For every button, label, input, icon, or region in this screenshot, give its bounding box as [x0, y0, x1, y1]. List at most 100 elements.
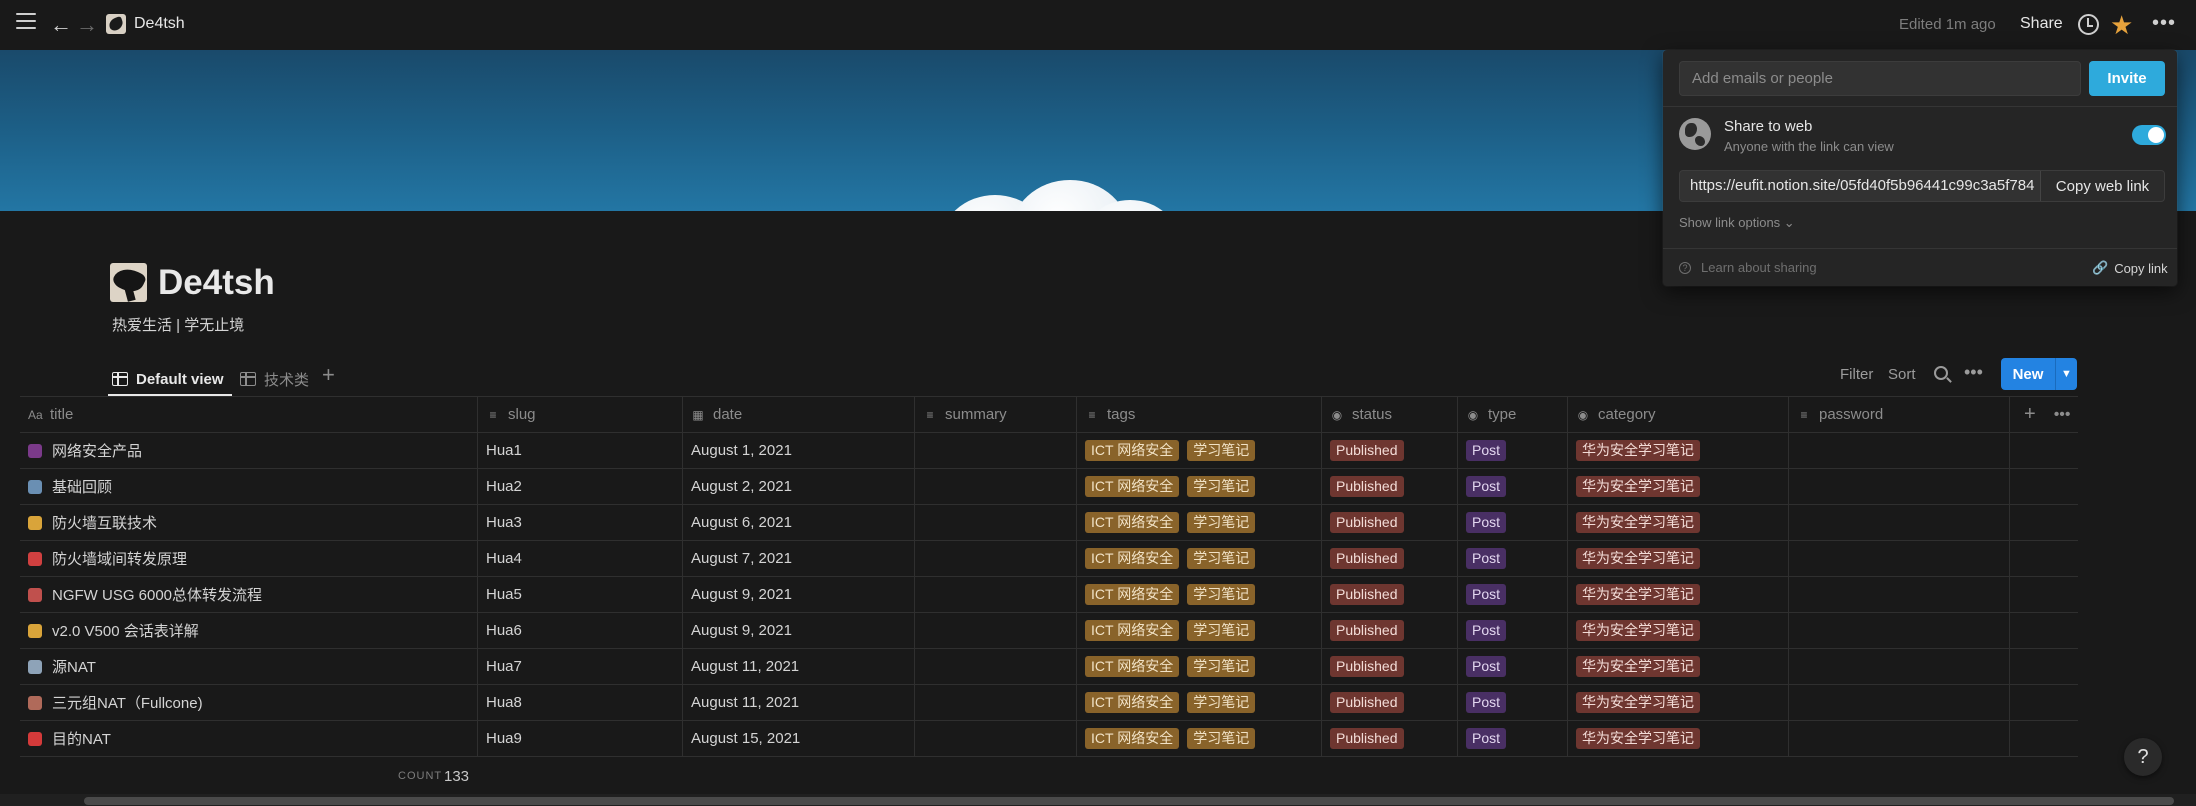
page-title[interactable]: De4tsh: [158, 263, 275, 303]
cell-title[interactable]: 防火墙互联技术: [20, 505, 478, 540]
copy-link-button[interactable]: 🔗 Copy link: [2092, 260, 2168, 276]
cell-title[interactable]: 源NAT: [20, 649, 478, 684]
column-header-type[interactable]: ◉ type: [1458, 397, 1568, 432]
cell-slug[interactable]: Hua4: [478, 541, 683, 576]
cell-category[interactable]: 华为安全学习笔记: [1568, 721, 1789, 756]
cell-summary[interactable]: [915, 649, 1077, 684]
cell-summary[interactable]: [915, 613, 1077, 648]
table-row[interactable]: 防火墙互联技术 Hua3 August 6, 2021 ICT 网络安全 学习笔记 Pub…: [20, 505, 2078, 541]
cell-tags[interactable]: ICT 网络安全 学习笔记: [1077, 505, 1322, 540]
cell-category[interactable]: 华为安全学习笔记: [1568, 649, 1789, 684]
table-row[interactable]: v2.0 V500 会话表详解 Hua6 August 9, 2021 ICT 网络安…: [20, 613, 2078, 649]
cell-date[interactable]: August 6, 2021: [683, 505, 915, 540]
cell-date[interactable]: August 1, 2021: [683, 433, 915, 468]
cell-slug[interactable]: Hua3: [478, 505, 683, 540]
cell-summary[interactable]: [915, 541, 1077, 576]
back-arrow-icon[interactable]: ←: [50, 12, 72, 38]
page-description[interactable]: 热爱生活 | 学无止境: [112, 314, 244, 335]
row-title[interactable]: NGFW USG 6000总体转发流程: [52, 584, 262, 605]
cell-type[interactable]: Post: [1458, 685, 1568, 720]
column-header-date[interactable]: ▦ date: [683, 397, 915, 432]
cell-tags[interactable]: ICT 网络安全 学习笔记: [1077, 433, 1322, 468]
cell-date[interactable]: August 9, 2021: [683, 577, 915, 612]
add-property-icon[interactable]: +: [2024, 403, 2036, 426]
cell-slug[interactable]: Hua7: [478, 649, 683, 684]
table-row[interactable]: 源NAT Hua7 August 11, 2021 ICT 网络安全 学习笔记 Publi…: [20, 649, 2078, 685]
cell-summary[interactable]: [915, 469, 1077, 504]
cell-category[interactable]: 华为安全学习笔记: [1568, 685, 1789, 720]
row-title[interactable]: v2.0 V500 会话表详解: [52, 620, 199, 641]
web-link-field[interactable]: https://eufit.notion.site/05fd40f5b96441…: [1679, 170, 2165, 202]
favorite-star-icon[interactable]: ★: [2110, 10, 2133, 41]
cell-summary[interactable]: [915, 721, 1077, 756]
cell-title[interactable]: 基础回顾: [20, 469, 478, 504]
help-button[interactable]: ?: [2124, 738, 2162, 776]
cell-tags[interactable]: ICT 网络安全 学习笔记: [1077, 613, 1322, 648]
cell-status[interactable]: Published: [1322, 613, 1458, 648]
cell-slug[interactable]: Hua8: [478, 685, 683, 720]
cell-summary[interactable]: [915, 577, 1077, 612]
column-header-password[interactable]: ≡ password: [1789, 397, 2010, 432]
cell-date[interactable]: August 15, 2021: [683, 721, 915, 756]
column-header-summary[interactable]: ≡ summary: [915, 397, 1077, 432]
cell-title[interactable]: 目的NAT: [20, 721, 478, 756]
sidebar-menu-icon[interactable]: [16, 13, 36, 31]
cell-type[interactable]: Post: [1458, 505, 1568, 540]
add-view-icon[interactable]: +: [322, 362, 335, 388]
cell-title[interactable]: 网络安全产品: [20, 433, 478, 468]
row-title[interactable]: 网络安全产品: [52, 440, 142, 461]
cell-category[interactable]: 华为安全学习笔记: [1568, 577, 1789, 612]
column-header-tags[interactable]: ≡ tags: [1077, 397, 1322, 432]
cell-date[interactable]: August 2, 2021: [683, 469, 915, 504]
cell-slug[interactable]: Hua9: [478, 721, 683, 756]
cell-title[interactable]: 防火墙域间转发原理: [20, 541, 478, 576]
page-icon[interactable]: [110, 263, 147, 302]
table-row[interactable]: 目的NAT Hua9 August 15, 2021 ICT 网络安全 学习笔记 Publ…: [20, 721, 2078, 757]
cell-password[interactable]: [1789, 721, 2010, 756]
cell-password[interactable]: [1789, 469, 2010, 504]
cell-slug[interactable]: Hua5: [478, 577, 683, 612]
cell-type[interactable]: Post: [1458, 469, 1568, 504]
tab-tech-view[interactable]: 技术类: [240, 362, 309, 396]
cell-tags[interactable]: ICT 网络安全 学习笔记: [1077, 685, 1322, 720]
row-title[interactable]: 基础回顾: [52, 476, 112, 497]
invite-email-input[interactable]: [1679, 61, 2081, 96]
row-title[interactable]: 目的NAT: [52, 728, 111, 749]
scrollbar-thumb[interactable]: [84, 797, 2174, 805]
cell-status[interactable]: Published: [1322, 433, 1458, 468]
copy-web-link-button[interactable]: Copy web link: [2040, 171, 2164, 201]
cell-summary[interactable]: [915, 433, 1077, 468]
cell-category[interactable]: 华为安全学习笔记: [1568, 469, 1789, 504]
cell-password[interactable]: [1789, 577, 2010, 612]
breadcrumb-title[interactable]: De4tsh: [134, 15, 185, 33]
cell-password[interactable]: [1789, 613, 2010, 648]
cell-slug[interactable]: Hua1: [478, 433, 683, 468]
search-icon[interactable]: [1934, 366, 1948, 380]
web-link-url[interactable]: https://eufit.notion.site/05fd40f5b96441…: [1690, 177, 2034, 194]
row-title[interactable]: 防火墙互联技术: [52, 512, 157, 533]
chevron-down-icon[interactable]: ▼: [2055, 358, 2077, 390]
learn-about-sharing-link[interactable]: ? Learn about sharing: [1679, 260, 1817, 275]
cell-tags[interactable]: ICT 网络安全 学习笔记: [1077, 649, 1322, 684]
share-button[interactable]: Share: [2020, 15, 2063, 33]
table-row[interactable]: 防火墙域间转发原理 Hua4 August 7, 2021 ICT 网络安全 学习笔记 P…: [20, 541, 2078, 577]
cell-type[interactable]: Post: [1458, 433, 1568, 468]
tab-default-view[interactable]: Default view: [112, 362, 224, 396]
cell-status[interactable]: Published: [1322, 685, 1458, 720]
cell-category[interactable]: 华为安全学习笔记: [1568, 433, 1789, 468]
cell-summary[interactable]: [915, 685, 1077, 720]
cell-slug[interactable]: Hua2: [478, 469, 683, 504]
forward-arrow-icon[interactable]: →: [76, 12, 98, 38]
show-link-options[interactable]: Show link options ⌄: [1679, 215, 1795, 231]
cell-password[interactable]: [1789, 685, 2010, 720]
cell-password[interactable]: [1789, 505, 2010, 540]
cell-type[interactable]: Post: [1458, 577, 1568, 612]
sort-button[interactable]: Sort: [1888, 366, 1916, 383]
cell-status[interactable]: Published: [1322, 577, 1458, 612]
cell-status[interactable]: Published: [1322, 649, 1458, 684]
cell-date[interactable]: August 11, 2021: [683, 649, 915, 684]
cell-date[interactable]: August 7, 2021: [683, 541, 915, 576]
more-options-icon[interactable]: •••: [2152, 12, 2176, 35]
cell-status[interactable]: Published: [1322, 541, 1458, 576]
cell-summary[interactable]: [915, 505, 1077, 540]
